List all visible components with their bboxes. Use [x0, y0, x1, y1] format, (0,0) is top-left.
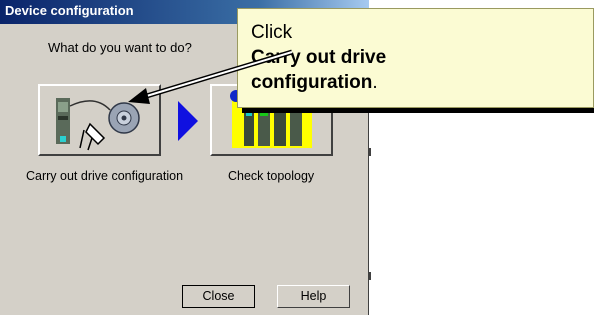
- drive-configuration-icon: [56, 98, 140, 151]
- help-button[interactable]: Help: [277, 285, 350, 308]
- carry-out-drive-configuration-button[interactable]: [38, 84, 161, 156]
- callout-line-click: Click: [251, 22, 293, 43]
- window-edge-tick: [369, 148, 371, 156]
- close-button[interactable]: Close: [182, 285, 255, 308]
- window-edge-tick: [369, 272, 371, 280]
- dialog-title: Device configuration: [5, 3, 134, 18]
- instruction-callout: Click Carry out drive configuration.: [237, 8, 594, 108]
- callout-line-target: Carry out drive: [251, 47, 387, 68]
- next-step-arrow-icon: [178, 101, 198, 141]
- question-label: What do you want to do?: [48, 40, 192, 55]
- drive-configuration-caption: Carry out drive configuration: [26, 169, 184, 183]
- callout-text: Click Carry out drive configuration.: [251, 20, 386, 95]
- check-topology-caption: Check topology: [228, 169, 315, 183]
- callout-period: .: [372, 72, 378, 93]
- callout-line-target-end: configuration: [251, 72, 373, 93]
